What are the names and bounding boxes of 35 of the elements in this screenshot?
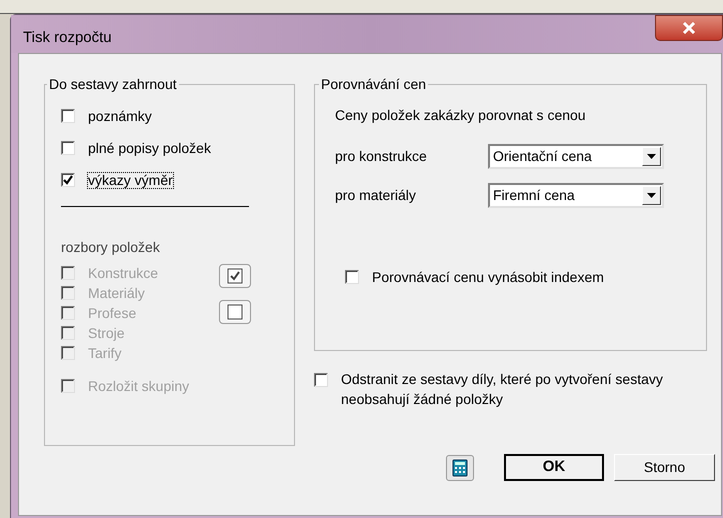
checkbox-label: Rozložit skupiny bbox=[88, 379, 190, 394]
checkbox-label: poznámky bbox=[88, 109, 152, 124]
dropdown[interactable]: Orientační cena bbox=[488, 144, 664, 169]
checked-checkbox[interactable] bbox=[61, 173, 75, 187]
checkbox-label: Stroje bbox=[88, 326, 125, 341]
description-text: Ceny položek zakázky porovnat s cenou bbox=[335, 106, 587, 125]
check-all-button[interactable] bbox=[219, 264, 251, 288]
checkbox-label: Porovnávací cenu vynásobit indexem bbox=[372, 270, 604, 285]
section-label: rozbory položek bbox=[61, 238, 161, 257]
window-title: Tisk rozpočtu bbox=[23, 28, 112, 48]
checkbox-label: plné popisy položek bbox=[88, 141, 211, 156]
close-icon bbox=[682, 22, 696, 34]
checkbox-label: Materiály bbox=[88, 286, 145, 301]
group-title: Porovnávání cen bbox=[320, 75, 428, 94]
group-title: Do sestavy zahrnout bbox=[48, 75, 178, 94]
field-label: pro materiály bbox=[335, 186, 417, 205]
dialog-button[interactable]: OK bbox=[504, 454, 604, 481]
dropdown[interactable]: Firemní cena bbox=[488, 183, 664, 208]
calculator-icon bbox=[452, 458, 468, 476]
calculator-button[interactable] bbox=[446, 454, 474, 480]
close-button[interactable] bbox=[655, 15, 723, 41]
uncheck-all-button[interactable] bbox=[219, 300, 251, 324]
checkbox-label: výkazy výměr bbox=[88, 173, 173, 188]
checkbox[interactable] bbox=[314, 373, 328, 387]
checkbox-label: Profese bbox=[88, 306, 136, 321]
checkbox-label: Tarify bbox=[88, 346, 122, 361]
checkbox[interactable] bbox=[345, 270, 359, 284]
checkbox[interactable] bbox=[61, 141, 75, 155]
field-label: pro konstrukce bbox=[335, 147, 428, 166]
checkbox-label: Odstranit ze sestavy díly, které po vytvoření sestavy neobsahují žádné položky bbox=[341, 370, 664, 409]
checked-box-icon bbox=[227, 268, 243, 284]
empty-box-icon bbox=[227, 304, 243, 320]
checkbox[interactable] bbox=[61, 109, 75, 123]
dialog-button[interactable]: Storno bbox=[614, 454, 715, 481]
checkbox-label: Konstrukce bbox=[88, 266, 158, 281]
